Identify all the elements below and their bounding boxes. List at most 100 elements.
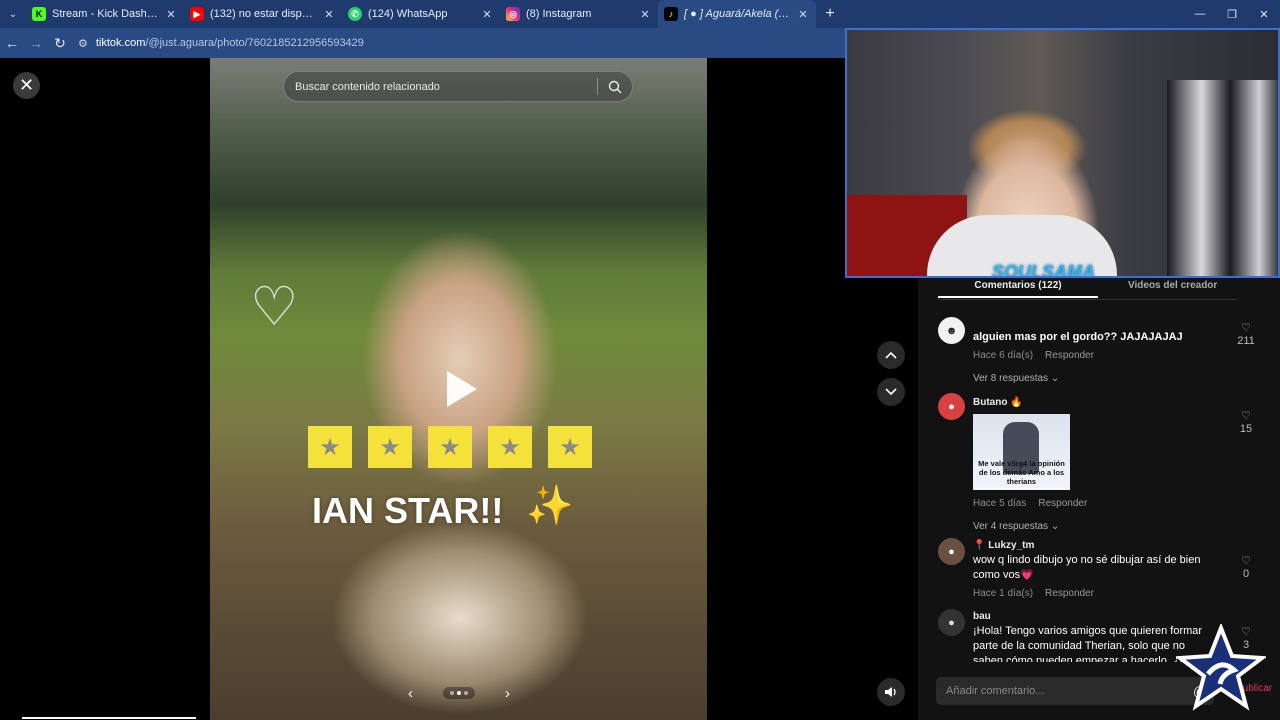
kick-icon: K <box>32 7 46 21</box>
photo-overlay-text: IAN STAR!! <box>312 490 504 531</box>
site-info-icon[interactable]: ⚙ <box>78 37 88 50</box>
reply-button[interactable]: Responder <box>1045 350 1094 361</box>
comment-meta: Hace 5 días Responder <box>973 496 1218 511</box>
heart-icon[interactable]: ♡ <box>1241 322 1251 334</box>
url-path: /@just.aguara/photo/7602185212956593429 <box>145 37 364 49</box>
chevron-up-icon <box>885 351 897 359</box>
youtube-icon: ▶ <box>190 7 204 21</box>
related-search-bar <box>283 71 633 102</box>
sparkle-icon: ✨ <box>526 485 574 527</box>
comment-sticker-image[interactable]: Me vale v3rg4 la opinión de los demás Am… <box>973 414 1070 490</box>
star-icon: ★ <box>488 426 532 468</box>
search-icon[interactable] <box>598 80 632 94</box>
window-controls: — ❐ ✕ <box>1184 0 1280 28</box>
tab-label: (8) Instagram <box>526 8 592 20</box>
avatar[interactable]: ☻ <box>938 317 965 344</box>
tab-whatsapp[interactable]: ✆ (124) WhatsApp ✕ <box>342 0 500 28</box>
view-replies-button[interactable]: Ver 8 respuestas ⌄ <box>973 371 1218 386</box>
comment-username[interactable]: 📍 Lukzy_tm <box>973 538 1218 553</box>
add-comment-input[interactable] <box>946 685 1186 697</box>
close-viewer-button[interactable]: ✕ <box>13 72 40 99</box>
view-replies-button[interactable]: Ver 4 respuestas ⌄ <box>973 519 1218 534</box>
comment-time: Hace 1 día(s) <box>973 588 1034 599</box>
comment-text: alguien mas por el gordo?? JAJAJAJAJ <box>973 331 1183 343</box>
maximize-icon[interactable]: ❐ <box>1216 0 1248 28</box>
avatar[interactable]: ● <box>938 393 965 420</box>
carousel-dots <box>443 687 475 699</box>
photo-carousel-controls: ‹ › <box>408 680 510 706</box>
tab-instagram[interactable]: ◎ (8) Instagram ✕ <box>500 0 658 28</box>
comment-time: Hace 5 días <box>973 498 1027 509</box>
address-bar: ← → ↻ ⚙ tiktok.com/@just.aguara/photo/76… <box>0 28 850 58</box>
carousel-dot[interactable] <box>464 691 468 695</box>
related-search-input[interactable] <box>295 80 597 93</box>
like-button[interactable]: ♡ 211 <box>1234 321 1258 347</box>
tab-youtube[interactable]: ▶ (132) no estar disponible para l ✕ <box>184 0 342 28</box>
like-button[interactable]: ♡ 0 <box>1234 554 1258 580</box>
tab-close-icon[interactable]: ✕ <box>638 8 652 21</box>
volume-icon <box>885 687 896 697</box>
tab-label: [ ● ] Aguará/Akela (@just.agu <box>684 8 792 20</box>
star-icon: ★ <box>308 426 352 468</box>
like-count: 15 <box>1239 423 1253 435</box>
previous-post-button[interactable] <box>877 341 905 369</box>
comment-text: wow q lindo dibujo yo no sé dibujar así … <box>973 554 1201 581</box>
like-count: 211 <box>1237 335 1255 347</box>
new-tab-button[interactable]: + <box>816 5 844 23</box>
url-field[interactable]: ⚙ tiktok.com/@just.aguara/photo/76021852… <box>78 37 364 50</box>
star-logo-icon <box>1176 624 1266 711</box>
tab-label: (132) no estar disponible para l <box>210 8 318 20</box>
play-icon[interactable] <box>438 366 484 412</box>
browser-tab-bar: ⌄ K Stream - Kick Dashboard ✕ ▶ (132) no… <box>0 0 1280 28</box>
heart-doodle-icon: ♡ <box>250 277 299 337</box>
comment-meta: Hace 1 día(s) Responder <box>973 586 1218 601</box>
carousel-dot[interactable] <box>450 691 454 695</box>
tab-close-icon[interactable]: ✕ <box>480 8 494 21</box>
forward-icon[interactable]: → <box>24 35 48 51</box>
sticker-caption: Me vale v3rg4 la opinión de los demás Am… <box>978 459 1065 486</box>
carousel-next-icon[interactable]: › <box>505 685 510 702</box>
panel-tabs: Comentarios (122) Videos del creador <box>938 276 1238 300</box>
avatar[interactable]: ● <box>938 609 965 636</box>
reload-icon[interactable]: ↻ <box>48 35 72 52</box>
tab-comments[interactable]: Comentarios (122) <box>938 280 1098 298</box>
webcam-logo-text: SOULSAMA <box>992 262 1095 278</box>
webcam-overlay: SOULSAMA <box>845 28 1280 278</box>
whatsapp-icon: ✆ <box>348 7 362 21</box>
video-progress-bar <box>22 717 196 719</box>
chevron-down-icon <box>885 388 897 396</box>
minimize-icon[interactable]: — <box>1184 0 1216 28</box>
instagram-icon: ◎ <box>506 7 520 21</box>
tab-creator-videos[interactable]: Videos del creador <box>1128 280 1217 291</box>
volume-button[interactable] <box>877 678 905 706</box>
tab-close-icon[interactable]: ✕ <box>322 8 336 21</box>
tab-list-button[interactable]: ⌄ <box>0 0 26 28</box>
reply-button[interactable]: Responder <box>1045 588 1094 599</box>
heart-icon[interactable]: ♡ <box>1241 555 1251 567</box>
url-host: tiktok.com <box>95 37 146 49</box>
like-button[interactable]: ♡ 15 <box>1234 409 1258 435</box>
comment-username[interactable]: bau <box>973 609 1218 624</box>
comment-meta: Hace 6 día(s) Responder <box>973 348 1218 363</box>
reply-button[interactable]: Responder <box>1038 498 1087 509</box>
comment-username[interactable]: Butano 🔥 <box>973 395 1218 410</box>
tab-close-icon[interactable]: ✕ <box>796 8 810 21</box>
tab-kick[interactable]: K Stream - Kick Dashboard ✕ <box>26 0 184 28</box>
heart-icon[interactable]: ♡ <box>1241 410 1251 422</box>
tab-close-icon[interactable]: ✕ <box>164 8 178 21</box>
star-icon: ★ <box>428 426 472 468</box>
tab-label: Stream - Kick Dashboard <box>52 8 160 20</box>
tiktok-icon: ♪ <box>664 7 678 21</box>
carousel-dot[interactable] <box>457 691 461 695</box>
avatar[interactable]: ● <box>938 538 965 565</box>
comment-time: Hace 6 día(s) <box>973 350 1034 361</box>
tab-label: (124) WhatsApp <box>368 8 448 20</box>
next-post-button[interactable] <box>877 378 905 406</box>
back-icon[interactable]: ← <box>0 35 24 51</box>
carousel-prev-icon[interactable]: ‹ <box>408 685 413 702</box>
rating-stars: ★ ★ ★ ★ ★ <box>308 426 592 468</box>
tab-tiktok[interactable]: ♪ [ ● ] Aguará/Akela (@just.agu ✕ <box>658 0 816 28</box>
close-window-icon[interactable]: ✕ <box>1248 0 1280 28</box>
like-count: 0 <box>1242 568 1250 580</box>
add-comment-bar: @ <box>936 677 1214 705</box>
